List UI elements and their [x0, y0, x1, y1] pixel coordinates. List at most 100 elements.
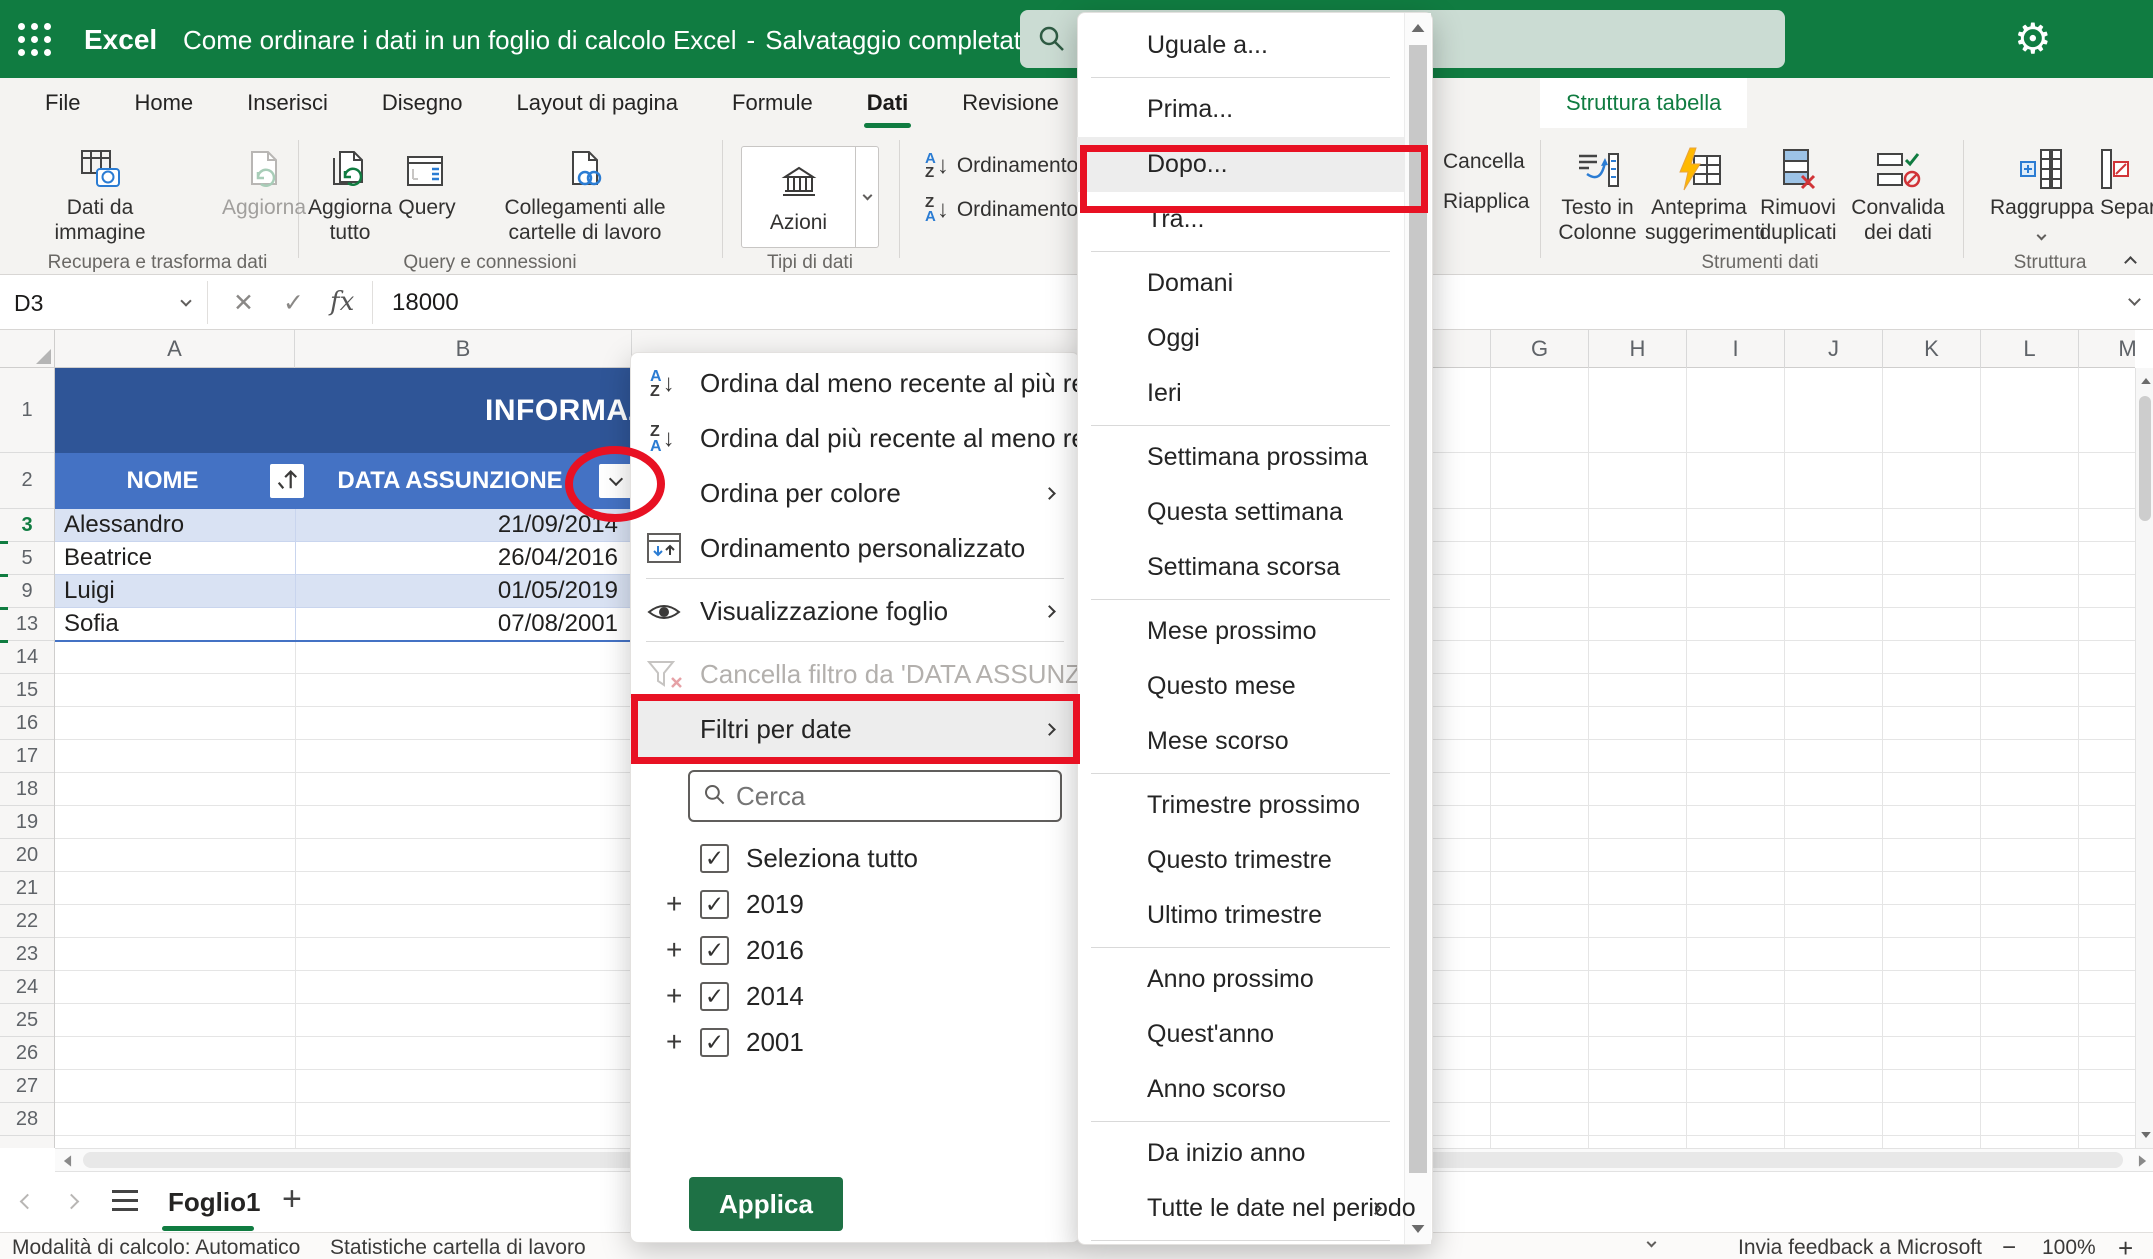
reapply-filter-button[interactable]: Riapplica — [1443, 190, 1529, 214]
search-icon[interactable] — [1036, 23, 1066, 58]
row-header-24[interactable]: 24 — [0, 971, 54, 1004]
date-filter-option[interactable]: Anno prossimo — [1077, 952, 1404, 1007]
table-row[interactable]: Sofia 07/08/2001 — [55, 608, 632, 641]
confirm-entry-icon[interactable]: ✓ — [283, 288, 304, 318]
formula-input[interactable]: 18000 — [392, 289, 459, 317]
vertical-scrollbar[interactable] — [2135, 368, 2153, 1148]
feedback-link[interactable]: Invia feedback a Microsoft — [1738, 1236, 1982, 1259]
zoom-out-button[interactable]: − — [2002, 1234, 2016, 1259]
expand-icon[interactable]: + — [666, 980, 700, 1012]
scroll-down-icon[interactable] — [1412, 1225, 1425, 1233]
row-header-13[interactable]: 13 — [0, 608, 54, 641]
filter-value-row[interactable]: +✓2001 — [630, 1019, 1080, 1065]
row-header-15[interactable]: 15 — [0, 674, 54, 707]
row-header-23[interactable]: 23 — [0, 938, 54, 971]
date-filter-option[interactable]: Uguale a... — [1077, 18, 1404, 73]
menu-item-sort-newest[interactable]: ZA↓ Ordina dal più recente al meno recen… — [630, 411, 1080, 466]
filter-value-row[interactable]: +✓2014 — [630, 973, 1080, 1019]
tab-struttura-tabella[interactable]: Struttura tabella — [1540, 78, 1747, 128]
tab-formule[interactable]: Formule — [705, 78, 840, 128]
scroll-right-icon[interactable] — [2139, 1155, 2146, 1166]
actions-dropdown-button[interactable]: Azioni — [741, 146, 879, 248]
column-header-A[interactable]: A — [55, 330, 295, 368]
actions-expand[interactable] — [855, 147, 879, 247]
table-row[interactable]: Beatrice 26/04/2016 — [55, 542, 632, 575]
scroll-down-icon[interactable] — [2141, 1132, 2151, 1138]
date-filter-option[interactable]: Mese prossimo — [1077, 604, 1404, 659]
cell-name[interactable]: Luigi — [55, 577, 295, 605]
scroll-up-icon[interactable] — [1412, 24, 1425, 32]
filter-value-row[interactable]: ✓Seleziona tutto — [630, 835, 1080, 881]
table-row[interactable]: Alessandro 21/09/2014 — [55, 509, 632, 542]
date-filter-option[interactable]: Questa settimana — [1077, 485, 1404, 540]
tab-revisione[interactable]: Revisione — [935, 78, 1086, 128]
date-filter-option[interactable]: Da inizio anno — [1077, 1126, 1404, 1181]
app-name[interactable]: Excel — [84, 24, 157, 56]
document-title[interactable]: Come ordinare i dati in un foglio di cal… — [183, 25, 737, 56]
date-filter-option[interactable]: Trimestre prossimo — [1077, 778, 1404, 833]
cell-date[interactable]: 01/05/2019 — [295, 577, 632, 605]
remove-duplicates-button[interactable]: Rimuovi duplicati — [1753, 138, 1843, 245]
row-header-18[interactable]: 18 — [0, 773, 54, 806]
date-filter-option[interactable]: Settimana prossima — [1077, 430, 1404, 485]
tab-file[interactable]: File — [18, 78, 107, 128]
sort-descending-button[interactable]: ZA↓ Ordinamento — [925, 196, 1078, 224]
query-button[interactable]: Query — [388, 138, 466, 220]
app-launcher-icon[interactable] — [18, 23, 51, 56]
date-filter-option[interactable]: Prima... — [1077, 82, 1404, 137]
filter-search-input[interactable] — [736, 781, 1036, 812]
date-filter-option[interactable]: Ieri — [1077, 366, 1404, 421]
date-filter-option[interactable]: Ultimo trimestre — [1077, 888, 1404, 943]
scrollbar-thumb[interactable] — [1409, 45, 1427, 1173]
date-filter-option[interactable]: Mese scorso — [1077, 714, 1404, 769]
table-header-data-assunzione[interactable]: DATA ASSUNZIONE — [300, 453, 600, 509]
sort-ascending-button[interactable]: AZ↓ Ordinamento — [925, 152, 1078, 180]
scrollbar-thumb[interactable] — [2139, 396, 2151, 521]
date-filter-option[interactable]: Oggi — [1077, 311, 1404, 366]
menu-item-sort-oldest[interactable]: AZ↓ Ordina dal meno recente al più recen… — [630, 356, 1080, 411]
expand-formula-bar-icon[interactable] — [2128, 293, 2141, 306]
row-header-20[interactable]: 20 — [0, 839, 54, 872]
filter-value-row[interactable]: +✓2019 — [630, 881, 1080, 927]
tab-disegno[interactable]: Disegno — [355, 78, 490, 128]
tab-inserisci[interactable]: Inserisci — [220, 78, 355, 128]
row-header-22[interactable]: 22 — [0, 905, 54, 938]
row-header-1[interactable]: 1 — [0, 368, 54, 453]
next-sheet-icon[interactable] — [64, 1194, 80, 1210]
row-header-27[interactable]: 27 — [0, 1070, 54, 1103]
date-filter-option[interactable]: Quest'anno — [1077, 1007, 1404, 1062]
collapse-ribbon-icon[interactable] — [2124, 256, 2137, 269]
name-box[interactable]: D3 — [14, 290, 43, 317]
row-header-9[interactable]: 9 — [0, 575, 54, 608]
select-all-corner[interactable] — [0, 330, 55, 368]
zoom-in-button[interactable]: + — [2118, 1233, 2133, 1259]
table-row[interactable]: Luigi 01/05/2019 — [55, 575, 632, 608]
filter-search-box[interactable] — [688, 770, 1062, 822]
row-header-28[interactable]: 28 — [0, 1103, 54, 1136]
calc-mode-status[interactable]: Modalità di calcolo: Automatico — [12, 1236, 300, 1259]
clear-filter-button[interactable]: Cancella — [1443, 150, 1525, 174]
expand-icon[interactable]: + — [666, 1026, 700, 1058]
date-filter-option[interactable]: Questo mese — [1077, 659, 1404, 714]
cell-date[interactable]: 26/04/2016 — [295, 544, 632, 572]
date-filter-option[interactable]: Anno scorso — [1077, 1062, 1404, 1117]
tab-layout-di-pagina[interactable]: Layout di pagina — [490, 78, 705, 128]
table-header-nome[interactable]: NOME — [55, 453, 270, 509]
zoom-level[interactable]: 100% — [2042, 1236, 2096, 1259]
sheet-tab-foglio1[interactable]: Foglio1 — [168, 1187, 260, 1218]
date-filter-option[interactable]: Questo trimestre — [1077, 833, 1404, 888]
add-sheet-icon[interactable]: + — [282, 1180, 302, 1219]
cell-date[interactable]: 07/08/2001 — [295, 610, 632, 638]
menu-item-sheet-view[interactable]: Visualizzazione foglio — [630, 584, 1080, 639]
row-header-5[interactable]: 5 — [0, 542, 54, 575]
text-to-columns-button[interactable]: Testo in Colonne — [1550, 138, 1645, 245]
column-header-B[interactable]: B — [295, 330, 632, 368]
row-header-26[interactable]: 26 — [0, 1037, 54, 1070]
row-header-21[interactable]: 21 — [0, 872, 54, 905]
cell-name[interactable]: Sofia — [55, 610, 295, 638]
refresh-all-button[interactable]: Aggiorna tutto — [300, 138, 400, 245]
expand-icon[interactable]: + — [666, 888, 700, 920]
row-header-19[interactable]: 19 — [0, 806, 54, 839]
date-filter-option[interactable]: Domani — [1077, 256, 1404, 311]
cancel-entry-icon[interactable]: ✕ — [233, 288, 254, 318]
